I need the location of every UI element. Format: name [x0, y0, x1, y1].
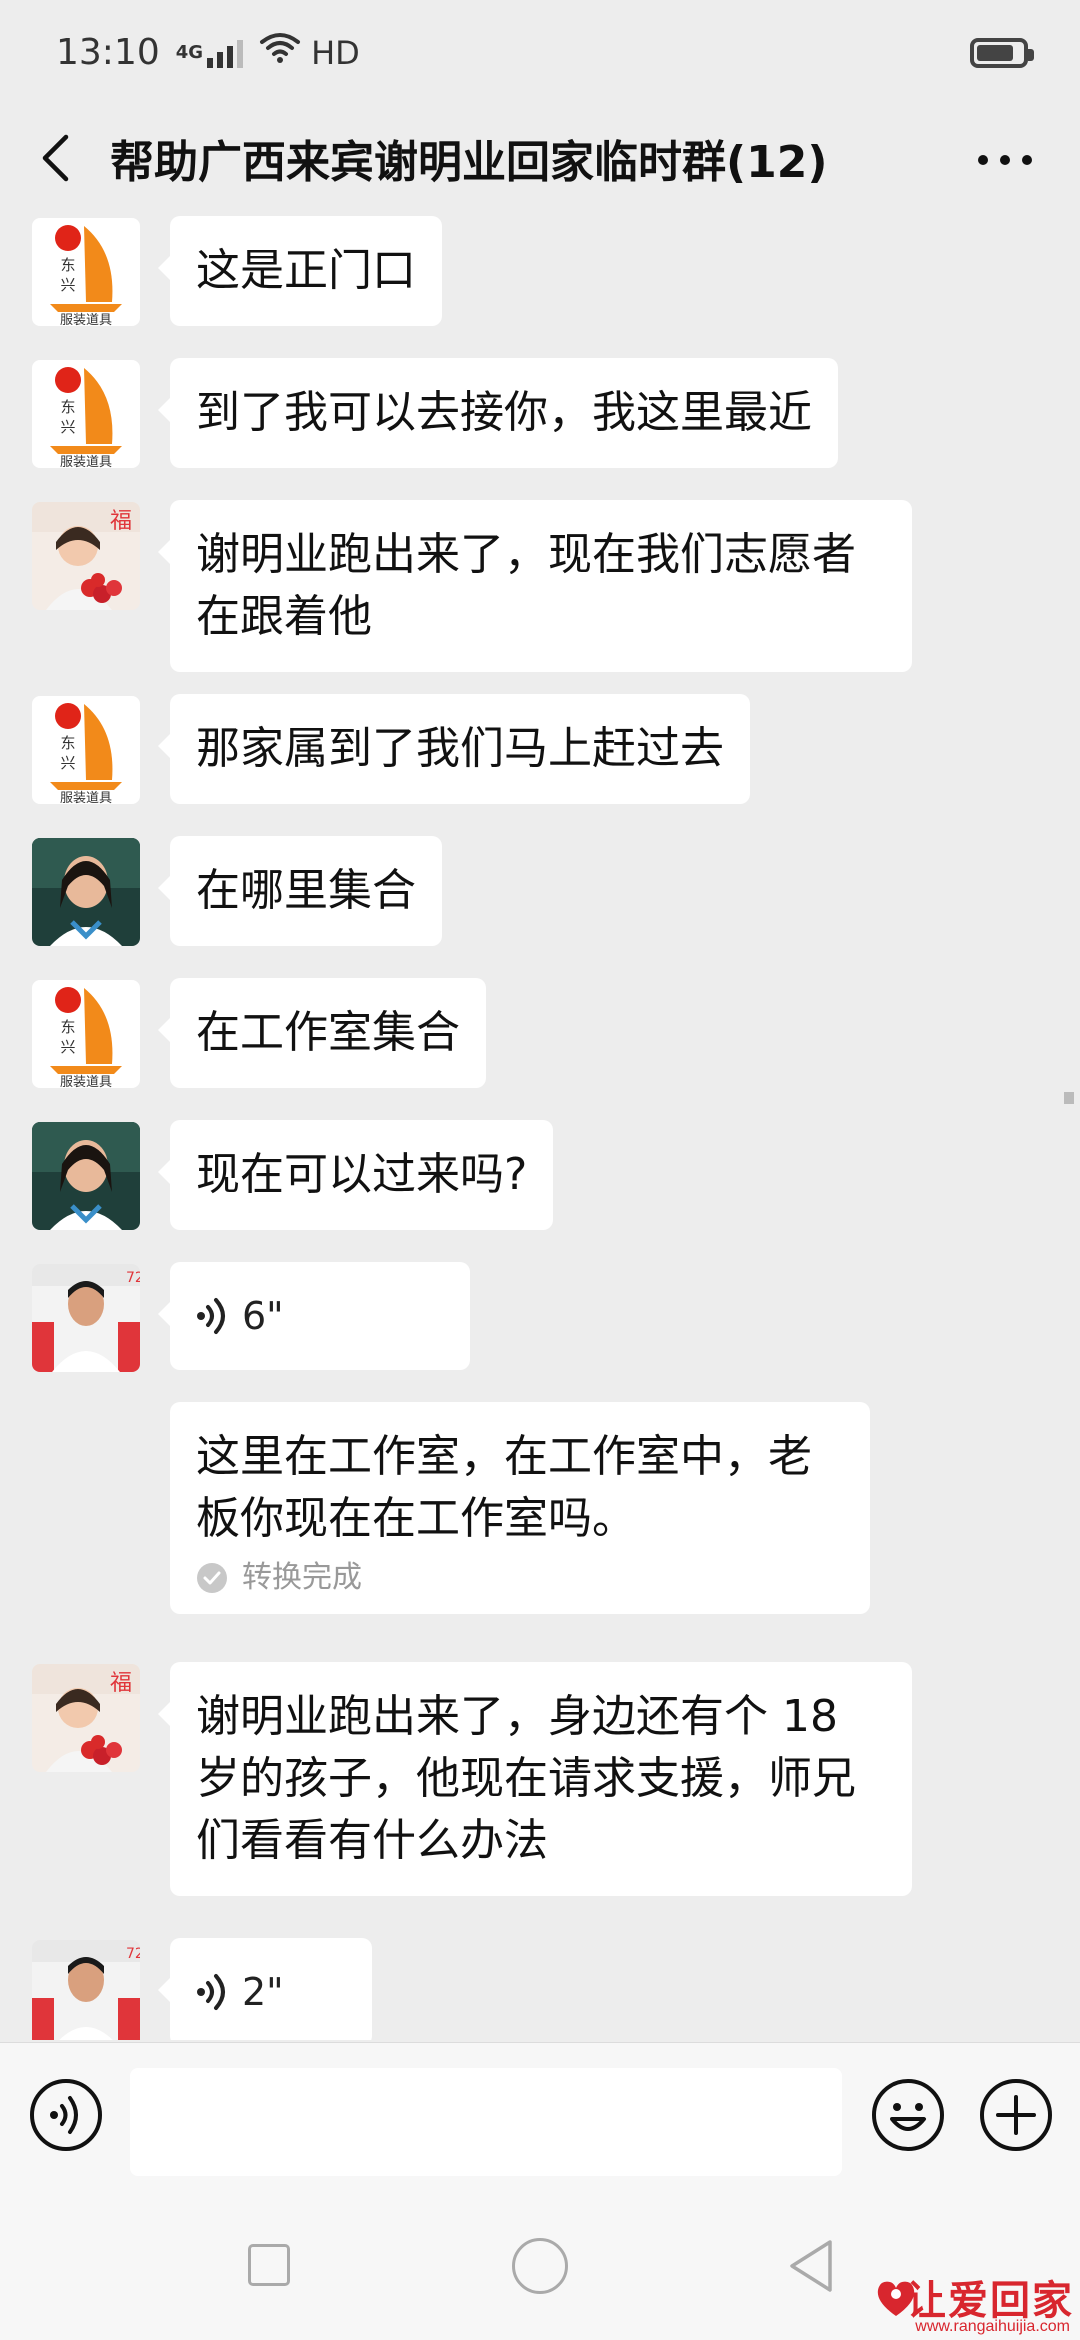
avatar-dongxing[interactable]: 东 兴 服装道具: [32, 980, 140, 1088]
nav-back-button[interactable]: [786, 2236, 836, 2300]
avatar-woman-flowers[interactable]: 福: [32, 1664, 140, 1772]
man-portrait-icon: 72: [32, 1940, 140, 2040]
message-list[interactable]: 东 兴 服装道具 这是正门口 东 兴 服装道具 到了我可以去接你，我这里最近 福…: [0, 210, 1080, 2040]
svg-text:福: 福: [110, 1671, 132, 1696]
more-functions-button[interactable]: [978, 2077, 1054, 2153]
voice-wave-icon: [196, 1296, 230, 1336]
logo-char-1: 东: [60, 256, 75, 274]
svg-text:72: 72: [126, 1270, 140, 1286]
voice-duration: 2": [242, 1970, 284, 2014]
status-time: 13:10: [56, 32, 160, 73]
chat-title: 帮助广西来宾谢明业回家临时群(12): [110, 136, 828, 188]
message-bubble[interactable]: 在哪里集合: [158, 836, 442, 946]
check-circle-icon: [196, 1562, 228, 1594]
logo-char-2: 兴: [60, 754, 75, 772]
back-button[interactable]: [0, 105, 110, 210]
voice-transcript-bubble[interactable]: 这里在工作室，在工作室中，老板你现在在工作室吗。 转换完成: [170, 1402, 870, 1614]
dongxing-logo-icon: 东 兴 服装道具: [32, 980, 140, 1088]
transcript-text: 这里在工作室，在工作室中，老板你现在在工作室吗。: [196, 1431, 812, 1544]
watermark: 让爱回家 www.rangaihuijia.com: [874, 2268, 1074, 2338]
message-bubble[interactable]: 到了我可以去接你，我这里最近: [158, 358, 838, 468]
logo-char-1: 东: [60, 734, 75, 752]
avatar-woman-flowers[interactable]: 福: [32, 502, 140, 610]
dongxing-logo-icon: 东 兴 服装道具: [32, 696, 140, 804]
conversion-status: 转换完成: [196, 1558, 844, 1598]
voice-duration: 6": [242, 1294, 284, 1338]
logo-char-1: 东: [60, 398, 75, 416]
recent-apps-button[interactable]: [248, 2244, 290, 2286]
svg-text:72: 72: [126, 1946, 140, 1962]
svg-text:福: 福: [110, 509, 132, 534]
avatar-dongxing[interactable]: 东 兴 服装道具: [32, 360, 140, 468]
smiley-icon: [872, 2079, 944, 2151]
message-text: 那家属到了我们马上赶过去: [196, 723, 724, 774]
avatar-man-portrait[interactable]: 72: [32, 1940, 140, 2040]
message-bubble[interactable]: 谢明业跑出来了，身边还有个 18 岁的孩子，他现在请求支援，师兄们看看有什么办法: [158, 1662, 912, 1896]
dongxing-logo-icon: 东 兴 服装道具: [32, 360, 140, 468]
avatar-dongxing[interactable]: 东 兴 服装道具: [32, 218, 140, 326]
more-options-button[interactable]: [970, 135, 1040, 185]
dongxing-logo-icon: 东 兴 服装道具: [32, 218, 140, 326]
message-bubble[interactable]: 现在可以过来吗?: [157, 1120, 554, 1230]
message-text: 在哪里集合: [196, 865, 416, 916]
woman-portrait-icon: [32, 1122, 140, 1230]
voice-wave-icon: [196, 1972, 230, 2012]
message-input[interactable]: [130, 2068, 842, 2176]
avatar-woman-portrait[interactable]: [32, 1122, 140, 1230]
plus-circle-icon: [980, 2079, 1052, 2151]
message-bubble[interactable]: 在工作室集合: [158, 978, 486, 1088]
logo-char-2: 兴: [60, 418, 75, 436]
home-button[interactable]: [512, 2238, 568, 2294]
avatar-woman-portrait[interactable]: [32, 838, 140, 946]
triangle-back-icon: [790, 2240, 832, 2292]
logo-char-2: 兴: [60, 1038, 75, 1056]
message-text: 在工作室集合: [196, 1007, 460, 1058]
woman-with-flowers-icon: 福: [32, 502, 140, 610]
voice-input-button[interactable]: [28, 2077, 104, 2153]
message-text: 谢明业跑出来了，现在我们志愿者在跟着他: [196, 529, 856, 642]
voice-message-bubble[interactable]: 2": [158, 1938, 372, 2040]
woman-with-flowers-icon: 福: [32, 1664, 140, 1772]
battery-icon: [970, 38, 1034, 68]
watermark-url: www.rangaihuijia.com: [915, 2318, 1070, 2335]
more-dots-icon: [978, 155, 1032, 165]
logo-caption: 服装道具: [60, 455, 112, 468]
chevron-left-icon: [42, 134, 69, 181]
message-bubble[interactable]: 谢明业跑出来了，现在我们志愿者在跟着他: [158, 500, 912, 672]
conversion-status-text: 转换完成: [242, 1560, 362, 1595]
network-type: 4G: [175, 41, 204, 63]
avatar-man-portrait[interactable]: 72: [32, 1264, 140, 1372]
message-text: 现在可以过来吗?: [196, 1149, 528, 1200]
message-bubble[interactable]: 这是正门口: [158, 216, 442, 326]
signal-icon: [207, 38, 244, 68]
logo-caption: 服装道具: [60, 791, 112, 804]
message-text: 这是正门口: [196, 245, 416, 296]
avatar-dongxing[interactable]: 东 兴 服装道具: [32, 696, 140, 804]
message-text: 谢明业跑出来了，身边还有个 18 岁的孩子，他现在请求支援，师兄们看看有什么办法: [196, 1691, 856, 1866]
input-bar: [0, 2042, 1080, 2192]
scrollbar[interactable]: [1064, 1092, 1074, 1104]
man-portrait-icon: 72: [32, 1264, 140, 1372]
voice-mode-icon: [30, 2079, 102, 2151]
logo-caption: 服装道具: [60, 313, 112, 326]
message-bubble[interactable]: 那家属到了我们马上赶过去: [158, 694, 750, 804]
wifi-icon: [259, 32, 301, 73]
hd-indicator: HD: [311, 33, 360, 72]
message-text: 到了我可以去接你，我这里最近: [196, 387, 812, 438]
logo-char-2: 兴: [60, 276, 75, 294]
logo-caption: 服装道具: [60, 1075, 112, 1088]
logo-char-1: 东: [60, 1018, 75, 1036]
emoji-button[interactable]: [870, 2077, 946, 2153]
voice-message-bubble[interactable]: 6": [158, 1262, 470, 1370]
chat-header: 帮助广西来宾谢明业回家临时群(12): [0, 105, 1080, 210]
woman-portrait-icon: [32, 838, 140, 946]
status-bar: 13:10 4G HD: [0, 0, 1080, 105]
